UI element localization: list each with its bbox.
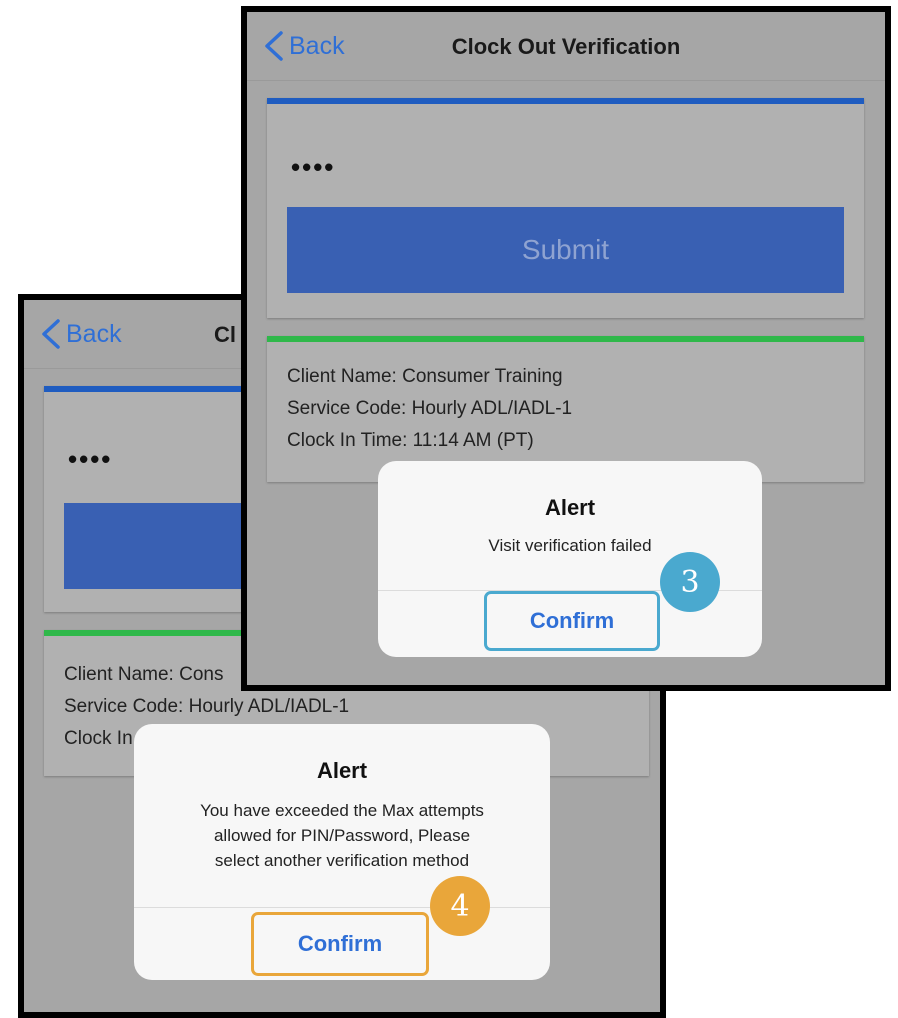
- alert-message-line: allowed for PIN/Password, Please: [213, 826, 471, 845]
- alert-dialog-max-attempts: Alert You have exceeded the Max attempts…: [134, 724, 550, 980]
- confirm-button[interactable]: Confirm: [484, 591, 660, 651]
- pin-card: •••• Submit: [267, 98, 864, 318]
- pin-input[interactable]: ••••: [68, 444, 112, 475]
- page-title: Cl: [214, 322, 236, 347]
- alert-title: Alert: [316, 758, 368, 783]
- alert-message-line: You have exceeded the Max attempts: [200, 801, 484, 820]
- pin-input[interactable]: ••••: [291, 152, 335, 183]
- alert-message: You have exceeded the Max attempts allow…: [134, 798, 550, 873]
- back-button[interactable]: Back: [38, 318, 122, 350]
- step-4-badge: 4: [430, 876, 490, 936]
- client-name: Client Name: Consumer Training: [287, 366, 563, 387]
- alert-title: Alert: [544, 495, 596, 520]
- clock-in-time: Clock In: [64, 728, 133, 749]
- clock-in-time: Clock In Time: 11:14 AM (PT): [287, 430, 534, 451]
- alert-message-line: select another verification method: [214, 851, 470, 870]
- back-label: Back: [66, 319, 122, 348]
- submit-button[interactable]: Submit: [287, 207, 844, 293]
- service-code: Service Code: Hourly ADL/IADL-1: [287, 398, 573, 419]
- chevron-left-icon: [42, 319, 60, 349]
- page-title: Clock Out Verification: [451, 34, 681, 59]
- phone-screen-verification-failed: Back Clock Out Verification •••• Submit …: [241, 6, 891, 691]
- service-code: Service Code: Hourly ADL/IADL-1: [64, 696, 350, 717]
- client-name: Client Name: Cons: [64, 664, 224, 685]
- confirm-button[interactable]: Confirm: [251, 912, 429, 976]
- alert-message: Visit verification failed: [488, 536, 652, 555]
- step-3-badge: 3: [660, 552, 720, 612]
- nav-bar: Back Clock Out Verification: [247, 12, 885, 81]
